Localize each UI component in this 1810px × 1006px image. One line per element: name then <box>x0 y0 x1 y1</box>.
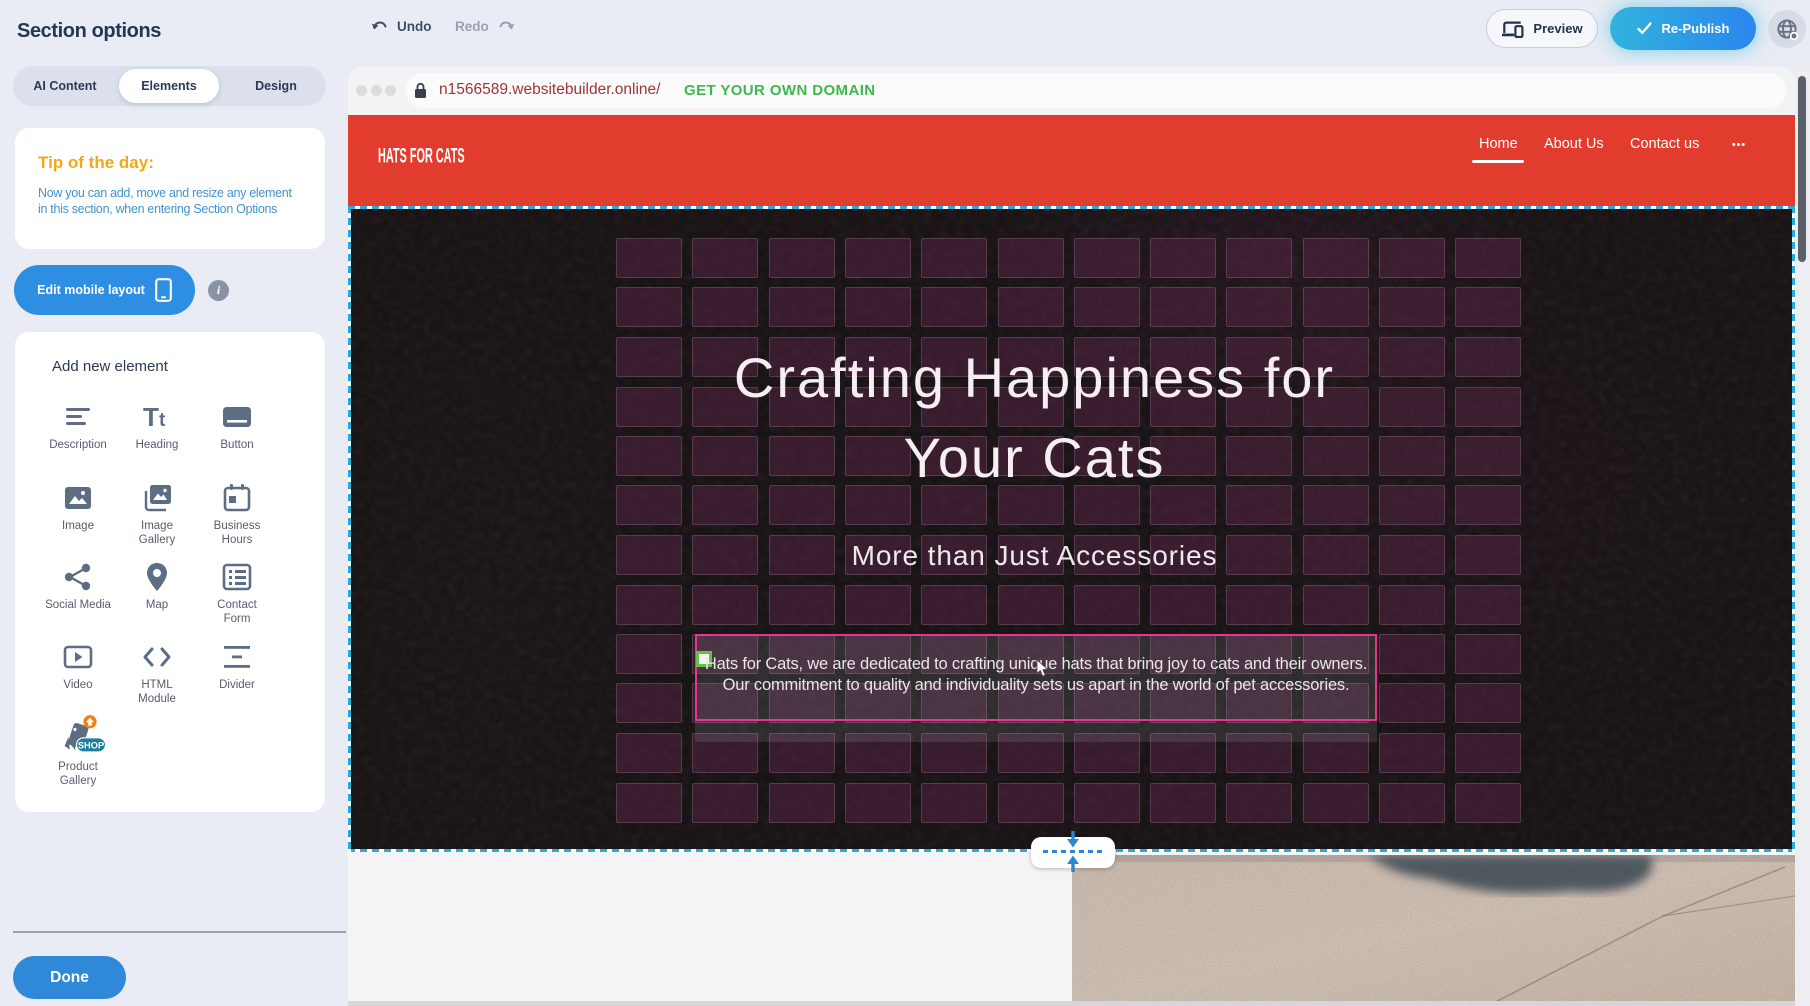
svg-text:SHOP: SHOP <box>78 740 104 750</box>
svg-text:T: T <box>143 402 159 432</box>
svg-text:t: t <box>159 410 166 431</box>
